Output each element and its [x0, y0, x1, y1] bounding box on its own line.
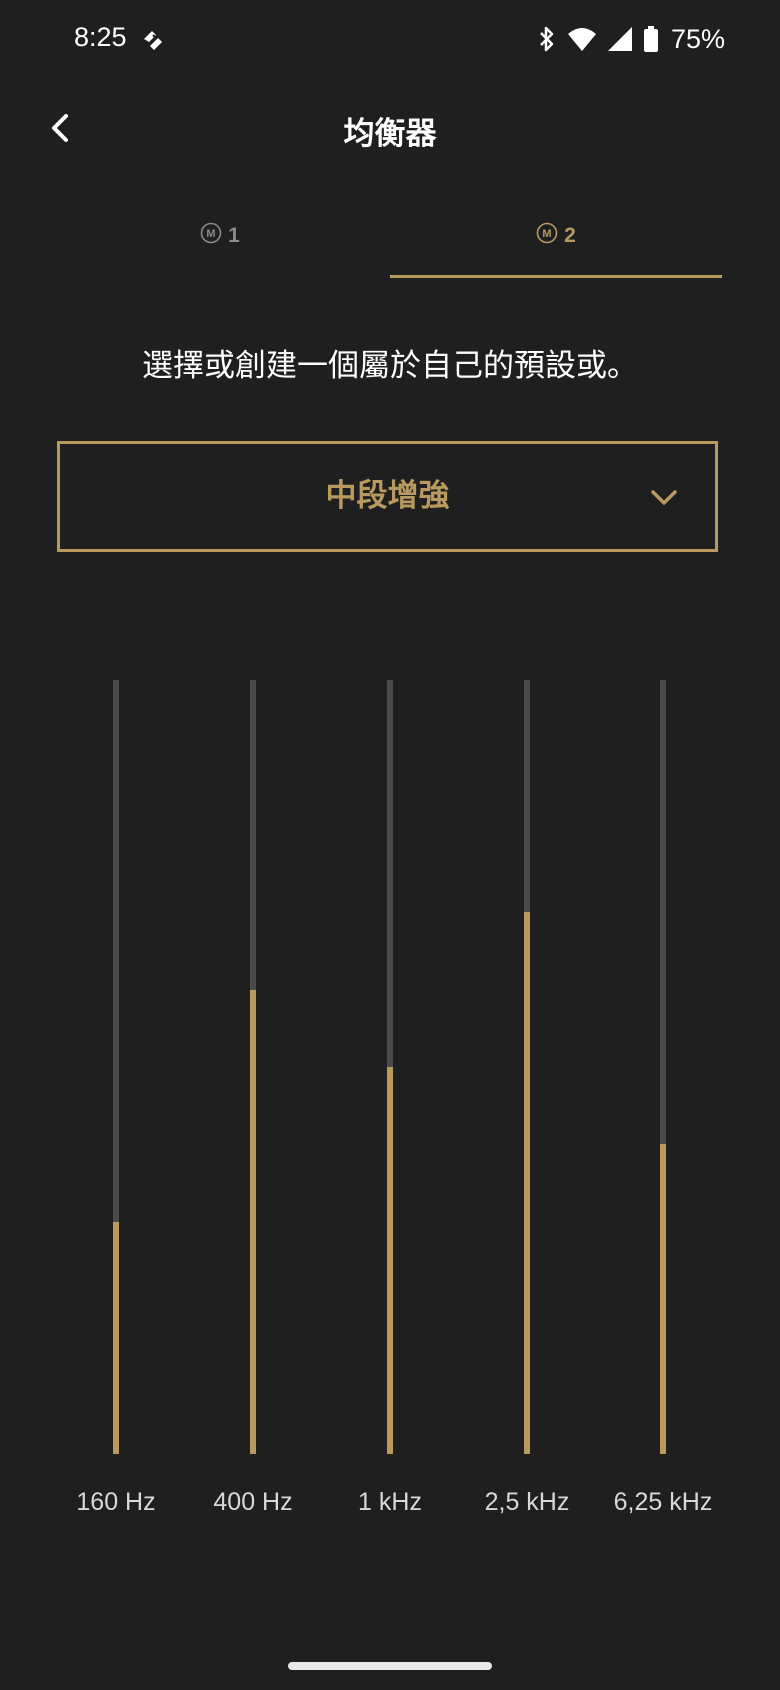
eq-slider-band-4[interactable]	[660, 680, 666, 1454]
tab-m2[interactable]: M 2	[526, 216, 586, 256]
eq-slider-fill	[113, 1221, 119, 1454]
eq-slider-band-2[interactable]	[387, 680, 393, 1454]
app-notification-icon	[140, 26, 166, 52]
cell-signal-icon	[607, 26, 633, 52]
home-indicator[interactable]	[288, 1662, 492, 1670]
status-bar: 8:25 75%	[0, 0, 780, 80]
tab-selected-indicator	[390, 275, 722, 278]
eq-band-label: 6,25 kHz	[613, 1488, 713, 1516]
equalizer	[0, 680, 780, 1454]
tab-label: 2	[564, 224, 576, 247]
tab-badge: M	[207, 228, 216, 240]
eq-band-label: 160 Hz	[76, 1488, 156, 1516]
bluetooth-icon	[537, 25, 557, 53]
eq-band-label: 1 kHz	[358, 1488, 422, 1516]
status-icons: 75%	[537, 22, 725, 56]
chevron-down-icon	[649, 482, 679, 512]
m-badge-icon: M	[536, 222, 558, 250]
eq-slider-fill	[524, 912, 530, 1454]
m-badge-icon: M	[200, 222, 222, 250]
battery-percent: 75%	[670, 23, 725, 54]
eq-slider-band-3[interactable]	[524, 680, 530, 1454]
page-title: 均衡器	[343, 116, 437, 152]
tab-m1[interactable]: M 1	[190, 216, 250, 256]
eq-slider-band-0[interactable]	[113, 680, 119, 1454]
eq-slider-fill	[387, 1067, 393, 1454]
eq-slider-fill	[250, 989, 256, 1454]
eq-slider-fill	[660, 1144, 666, 1454]
status-time: 8:25	[74, 22, 127, 52]
eq-band-label: 400 Hz	[213, 1488, 293, 1516]
tab-label: 1	[228, 224, 240, 247]
battery-icon	[643, 25, 659, 53]
preset-selected-label: 中段增強	[325, 478, 450, 514]
preset-dropdown[interactable]: 中段增強	[57, 441, 718, 552]
eq-slider-band-1[interactable]	[250, 680, 256, 1454]
tab-badge: M	[543, 228, 552, 240]
wifi-icon	[567, 26, 597, 52]
description-text: 選擇或創建一個屬於自己的預設或。	[142, 348, 638, 384]
